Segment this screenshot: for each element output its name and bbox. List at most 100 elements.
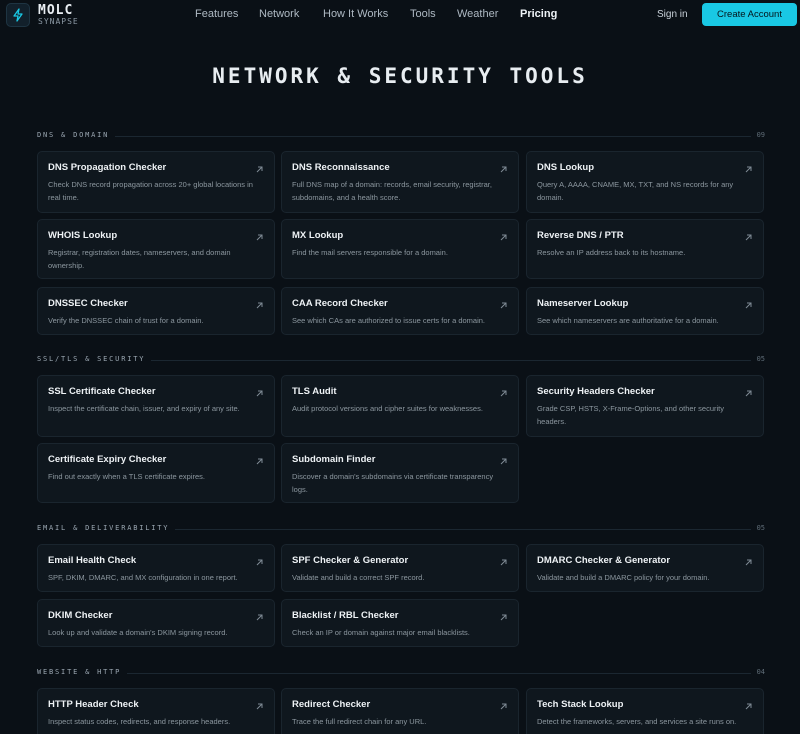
sign-in-link[interactable]: Sign in (657, 9, 688, 20)
tool-title: Redirect Checker (292, 699, 371, 710)
arrow-up-right-icon (255, 385, 264, 397)
tool-description: Check an IP or domain against major emai… (292, 628, 470, 637)
tool-description: Discover a domain's subdomains via certi… (292, 472, 494, 494)
section-label: WEBSITE & HTTP (37, 668, 128, 676)
tool-description: Validate and build a DMARC policy for yo… (537, 573, 710, 582)
arrow-up-right-icon (499, 698, 508, 710)
section-count: 05 (756, 355, 765, 363)
tool-description: Find out exactly when a TLS certificate … (48, 472, 206, 481)
tool-description: Validate and build a correct SPF record. (292, 573, 425, 582)
tool-description: Detect the frameworks, servers, and serv… (537, 717, 737, 726)
tool-title: Tech Stack Lookup (537, 699, 624, 710)
arrow-up-right-icon (255, 698, 264, 710)
tool-card-dmarc-checker-generator[interactable]: DMARC Checker & Generator Validate and bu… (526, 544, 764, 592)
tool-card-caa-record-checker[interactable]: CAA Record Checker See which CAs are auth… (281, 287, 519, 335)
tool-card-blacklist-rbl-checker[interactable]: Blacklist / RBL Checker Check an IP or do… (281, 599, 519, 647)
tool-title: CAA Record Checker (292, 298, 388, 309)
tool-card-tls-audit[interactable]: TLS Audit Audit protocol versions and cip… (281, 375, 519, 437)
tool-description: Look up and validate a domain's DKIM sig… (48, 628, 228, 637)
tool-description: Verify the DNSSEC chain of trust for a d… (48, 316, 204, 325)
tool-card-dns-reconnaissance[interactable]: DNS Reconnaissance Full DNS map of a doma… (281, 151, 519, 213)
tool-description: Trace the full redirect chain for any UR… (292, 717, 427, 726)
page-title: NETWORK & SECURITY TOOLS (212, 64, 588, 88)
section-divider (37, 673, 751, 674)
section-divider (37, 136, 751, 137)
tool-title: Subdomain Finder (292, 454, 376, 465)
section-count: 09 (756, 131, 765, 139)
tool-description: Full DNS map of a domain: records, email… (292, 180, 492, 202)
tool-description: Find the mail servers responsible for a … (292, 248, 448, 257)
tool-description: Query A, AAAA, CNAME, MX, TXT, and NS re… (537, 180, 734, 202)
tool-title: Nameserver Lookup (537, 298, 629, 309)
arrow-up-right-icon (744, 229, 753, 241)
tool-card-reverse-dns-ptr[interactable]: Reverse DNS / PTR Resolve an IP address b… (526, 219, 764, 279)
top-nav: MOLC SYNAPSE Features Network How It Wor… (0, 0, 800, 30)
tool-title: Blacklist / RBL Checker (292, 610, 399, 621)
arrow-up-right-icon (499, 229, 508, 241)
tool-title: DNS Lookup (537, 162, 594, 173)
tool-card-mx-lookup[interactable]: MX Lookup Find the mail servers responsib… (281, 219, 519, 279)
tool-description: Resolve an IP address back to its hostna… (537, 248, 686, 257)
tool-card-subdomain-finder[interactable]: Subdomain Finder Discover a domain's subd… (281, 443, 519, 503)
tool-description: SPF, DKIM, DMARC, and MX configuration i… (48, 573, 238, 582)
tool-description: Inspect status codes, redirects, and res… (48, 717, 231, 726)
arrow-up-right-icon (744, 385, 753, 397)
tool-title: DNS Reconnaissance (292, 162, 390, 173)
tool-title: DNSSEC Checker (48, 298, 128, 309)
tool-description: See which CAs are authorized to issue ce… (292, 316, 486, 325)
tool-card-dns-propagation-checker[interactable]: DNS Propagation Checker Check DNS record … (37, 151, 275, 213)
nav-link-pricing[interactable]: Pricing (520, 8, 557, 20)
tool-title: SPF Checker & Generator (292, 555, 409, 566)
tool-card-redirect-checker[interactable]: Redirect Checker Trace the full redirect … (281, 688, 519, 734)
arrow-up-right-icon (255, 297, 264, 309)
tool-title: SSL Certificate Checker (48, 386, 156, 397)
tool-title: DMARC Checker & Generator (537, 555, 671, 566)
section-label: SSL/TLS & SECURITY (37, 355, 152, 363)
tool-card-certificate-expiry-checker[interactable]: Certificate Expiry Checker Find out exact… (37, 443, 275, 503)
section-label: EMAIL & DELIVERABILITY (37, 524, 176, 532)
section-header-email-deliverability: EMAIL & DELIVERABILITY 05 (37, 524, 765, 534)
tool-title: Reverse DNS / PTR (537, 230, 624, 241)
section-count: 05 (756, 524, 765, 532)
nav-link-weather[interactable]: Weather (457, 8, 498, 20)
tool-description: Grade CSP, HSTS, X-Frame-Options, and ot… (537, 404, 725, 426)
section-count: 04 (756, 668, 765, 676)
tool-card-dnssec-checker[interactable]: DNSSEC Checker Verify the DNSSEC chain of… (37, 287, 275, 335)
arrow-up-right-icon (499, 161, 508, 173)
arrow-up-right-icon (744, 161, 753, 173)
tool-title: Certificate Expiry Checker (48, 454, 167, 465)
tool-card-email-health-check[interactable]: Email Health Check SPF, DKIM, DMARC, and … (37, 544, 275, 592)
tool-card-nameserver-lookup[interactable]: Nameserver Lookup See which nameservers a… (526, 287, 764, 335)
tool-title: TLS Audit (292, 386, 337, 397)
section-header-ssl-tls-security: SSL/TLS & SECURITY 05 (37, 355, 765, 365)
tool-card-ssl-certificate-checker[interactable]: SSL Certificate Checker Inspect the certi… (37, 375, 275, 437)
arrow-up-right-icon (255, 554, 264, 566)
tool-title: Email Health Check (48, 555, 137, 566)
tool-card-tech-stack-lookup[interactable]: Tech Stack Lookup Detect the frameworks, … (526, 688, 764, 734)
nav-link-network[interactable]: Network (259, 8, 299, 20)
nav-link-features[interactable]: Features (195, 8, 238, 20)
tool-description: Registrar, registration dates, nameserve… (48, 248, 231, 270)
arrow-up-right-icon (744, 554, 753, 566)
arrow-up-right-icon (744, 698, 753, 710)
tool-title: DNS Propagation Checker (48, 162, 167, 173)
tool-card-http-header-check[interactable]: HTTP Header Check Inspect status codes, r… (37, 688, 275, 734)
arrow-up-right-icon (255, 161, 264, 173)
tool-title: MX Lookup (292, 230, 344, 241)
tool-title: Security Headers Checker (537, 386, 655, 397)
tool-card-dkim-checker[interactable]: DKIM Checker Look up and validate a domai… (37, 599, 275, 647)
tool-description: Audit protocol versions and cipher suite… (292, 404, 483, 413)
tool-title: DKIM Checker (48, 610, 113, 621)
create-account-button[interactable]: Create Account (702, 3, 797, 26)
nav-link-how-it-works[interactable]: How It Works (323, 8, 388, 20)
tool-card-dns-lookup[interactable]: DNS Lookup Query A, AAAA, CNAME, MX, TXT,… (526, 151, 764, 213)
nav-link-tools[interactable]: Tools (410, 8, 436, 20)
tool-card-security-headers-checker[interactable]: Security Headers Checker Grade CSP, HSTS,… (526, 375, 764, 437)
tool-card-whois-lookup[interactable]: WHOIS Lookup Registrar, registration date… (37, 219, 275, 279)
arrow-up-right-icon (499, 385, 508, 397)
arrow-up-right-icon (255, 609, 264, 621)
tool-card-spf-checker-generator[interactable]: SPF Checker & Generator Validate and buil… (281, 544, 519, 592)
arrow-up-right-icon (499, 554, 508, 566)
tool-title: WHOIS Lookup (48, 230, 118, 241)
tool-title: HTTP Header Check (48, 699, 139, 710)
